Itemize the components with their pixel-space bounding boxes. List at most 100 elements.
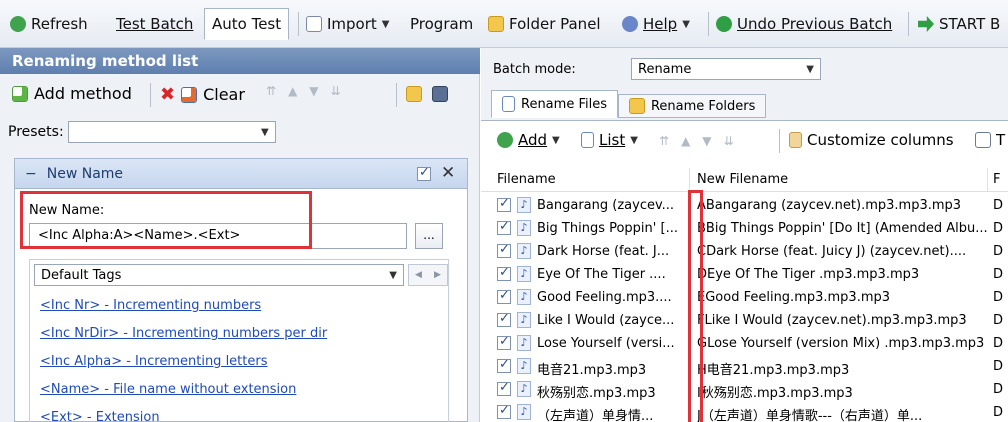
filename-cell: Big Things Poppin' [...	[537, 221, 678, 236]
panel-title: Renaming method list	[0, 48, 480, 74]
clear-icon	[181, 86, 198, 103]
delete-icon: ✖	[160, 84, 176, 105]
chevron-left-icon[interactable]: ◀	[415, 270, 422, 280]
help-button[interactable]: Help ▼	[622, 10, 690, 38]
method-enabled-checkbox[interactable]	[417, 165, 431, 181]
move-down-icon[interactable]: ▼	[309, 84, 318, 98]
more-tools-button[interactable]: T	[975, 131, 1005, 149]
program-button[interactable]: Program	[410, 10, 473, 38]
file-move-controls: ⇈ ▲ ▼ ⇊	[659, 134, 734, 148]
add-method-button[interactable]: Add method	[12, 84, 132, 103]
import-label: Import	[327, 15, 377, 33]
folder-icon	[628, 98, 645, 114]
audio-file-icon: ♪	[517, 358, 531, 374]
file-row[interactable]: ♪ 电音21.mp3.mp3 H电音21.mp3.mp3.mp3 D	[481, 355, 1008, 378]
highlight-annotation	[20, 191, 312, 249]
column-divider[interactable]	[689, 168, 690, 192]
tags-dropdown[interactable]: Default Tags ▼	[34, 264, 404, 286]
test-batch-button[interactable]: Test Batch	[116, 10, 193, 38]
extra-cell: D	[993, 244, 1004, 259]
file-row[interactable]: ♪ Dark Horse (feat. J... CDark Horse (feat…	[481, 240, 1008, 263]
start-batch-button[interactable]: START B	[918, 10, 1000, 38]
add-method-label: Add method	[34, 84, 132, 103]
move-bottom-icon[interactable]: ⇊	[724, 134, 734, 148]
file-row[interactable]: ♪ Eye Of The Tiger .... DEye Of The Tiger …	[481, 263, 1008, 286]
file-row[interactable]: ♪ Bangarang (zaycev... ABangarang (zaycev.…	[481, 194, 1008, 217]
tags-nav[interactable]: ◀ ▶	[408, 264, 448, 286]
tool-icon	[975, 132, 991, 148]
row-checkbox[interactable]	[497, 334, 511, 350]
row-checkbox[interactable]	[497, 357, 511, 373]
clear-button[interactable]: ✖ Clear	[160, 84, 245, 105]
file-row[interactable]: ♪ （左声道）单身情... J（左声道）单身情歌---（右声道）单... D	[481, 401, 1008, 422]
column-divider[interactable]	[987, 168, 988, 192]
tags-panel: Default Tags ▼ ◀ ▶ <Inc Nr> - Incrementi…	[29, 259, 449, 422]
tag-link[interactable]: <Inc NrDir> - Incrementing numbers per d…	[40, 326, 327, 341]
row-checkbox[interactable]	[497, 311, 511, 327]
chevron-right-icon[interactable]: ▶	[434, 270, 441, 280]
customize-columns-button[interactable]: Customize columns	[789, 131, 954, 149]
new-filename-cell: EGood Feeling.mp3.mp3.mp3	[697, 290, 891, 305]
close-icon[interactable]: ✕	[441, 163, 455, 183]
tab-rename-files[interactable]: Rename Files	[491, 90, 618, 118]
row-checkbox[interactable]	[497, 403, 511, 419]
collapse-icon[interactable]: −	[25, 166, 37, 182]
batch-mode-dropdown[interactable]: Rename ▼	[631, 58, 821, 80]
tab-rename-folders[interactable]: Rename Folders	[617, 94, 767, 118]
file-row[interactable]: ♪ 秋殇别恋.mp3.mp3 I秋殇别恋.mp3.mp3.mp3 D	[481, 378, 1008, 401]
row-checkbox[interactable]	[497, 380, 511, 396]
filename-cell: 秋殇别恋.mp3.mp3	[537, 386, 656, 401]
move-up-icon[interactable]: ▲	[288, 84, 297, 98]
move-top-icon[interactable]: ⇈	[659, 134, 669, 148]
import-button[interactable]: Import ▼	[306, 10, 390, 38]
help-icon	[622, 16, 638, 32]
column-header-extra[interactable]: F	[993, 172, 1000, 187]
method-header[interactable]: − New Name ✕	[15, 159, 467, 189]
file-row[interactable]: ♪ Lose Yourself (versi... GLose Yourself (…	[481, 332, 1008, 355]
row-checkbox[interactable]	[497, 265, 511, 281]
tab-label: Rename Files	[521, 96, 607, 112]
tag-link[interactable]: <Inc Nr> - Incrementing numbers	[40, 298, 261, 313]
file-row[interactable]: ♪ Big Things Poppin' [... BBig Things Popp…	[481, 217, 1008, 240]
move-top-icon[interactable]: ⇈	[266, 84, 276, 98]
extra-cell: D	[993, 382, 1004, 397]
browse-button[interactable]: ...	[415, 223, 443, 249]
column-header-filename[interactable]: Filename	[497, 172, 556, 187]
extra-cell: D	[993, 198, 1004, 213]
chevron-down-icon: ▼	[806, 63, 814, 75]
list-menu-button[interactable]: List ▼	[581, 131, 638, 149]
row-checkbox[interactable]	[497, 288, 511, 304]
file-row[interactable]: ♪ Good Feeling.mp3.... EGood Feeling.mp3.m…	[481, 286, 1008, 309]
add-files-button[interactable]: Add ▼	[497, 131, 560, 149]
folder-panel-button[interactable]: Folder Panel	[488, 10, 601, 38]
auto-test-label: Auto Test	[212, 15, 282, 33]
save-icon[interactable]	[432, 86, 448, 102]
move-up-icon[interactable]: ▲	[681, 134, 690, 148]
open-preset-icon[interactable]	[406, 86, 422, 102]
extra-cell: D	[993, 290, 1004, 305]
column-header-new-filename[interactable]: New Filename	[697, 172, 788, 187]
method-toolbar: Add method ✖ Clear ⇈ ▲ ▼ ⇊	[0, 78, 480, 112]
columns-icon	[789, 132, 802, 148]
list-menu-label: List	[599, 131, 626, 149]
new-name-method: − New Name ✕ New Name: <Inc Alpha:A><Nam…	[14, 158, 468, 422]
tag-link[interactable]: <Inc Alpha> - Incrementing letters	[40, 354, 268, 369]
refresh-label: Refresh	[31, 15, 88, 33]
move-bottom-icon[interactable]: ⇊	[331, 84, 341, 98]
file-row[interactable]: ♪ Like I Would (zayce... FLike I Would (za…	[481, 309, 1008, 332]
row-checkbox[interactable]	[497, 196, 511, 212]
auto-test-button[interactable]: Auto Test	[204, 8, 290, 40]
toolbar-divider	[908, 12, 909, 36]
new-filename-cell: CDark Horse (feat. Juicy J) (zaycev.net)…	[697, 244, 967, 259]
move-down-icon[interactable]: ▼	[702, 134, 711, 148]
main-toolbar: Refresh Test Batch Auto Test Import ▼ Pr…	[0, 0, 1008, 48]
row-checkbox[interactable]	[497, 242, 511, 258]
audio-file-icon: ♪	[517, 289, 531, 305]
row-checkbox[interactable]	[497, 219, 511, 235]
refresh-button[interactable]: Refresh	[10, 10, 88, 38]
batch-panel: Batch mode: Rename ▼ Rename Files Rename…	[481, 48, 1008, 422]
presets-dropdown[interactable]: ▼	[67, 121, 276, 143]
tag-link[interactable]: <Ext> - Extension	[40, 410, 160, 422]
tag-link[interactable]: <Name> - File name without extension	[40, 382, 296, 397]
undo-previous-batch-button[interactable]: Undo Previous Batch	[716, 10, 892, 38]
